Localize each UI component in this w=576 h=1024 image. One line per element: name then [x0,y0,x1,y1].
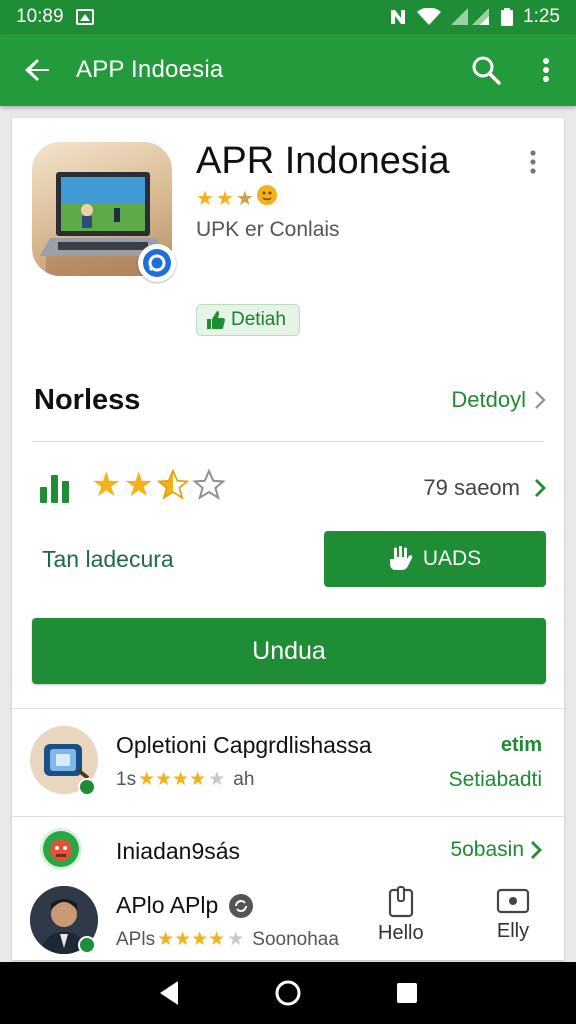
status-time-right: 1:25 [523,6,560,27]
square-recents-icon [396,983,417,1003]
hello-label: Hello [378,922,424,944]
verified-badge [138,244,176,282]
installed-badge [78,778,96,796]
clipboard-icon [388,886,413,918]
app-bar-title: APP Indoesia [76,56,224,83]
list-item-link-label: 5obasin [450,838,524,861]
list-item-sub-prefix: 1s [116,768,137,790]
system-nav-bar [0,962,576,1024]
list-item-sub-suffix: Soonohaa [252,928,339,950]
star-filled-icon: ★ [215,187,234,210]
uads-label: UADS [422,547,482,570]
status-time-left: 10:89 [16,6,64,27]
rating-row: ★ ★ 79 saeom [40,466,546,510]
rating-bars-icon [40,473,69,503]
sync-icon [229,893,254,918]
section-title: Norless [34,383,141,416]
nav-recents-button[interactable] [387,973,427,1013]
star-half-icon: ★ [235,187,254,210]
list-item-sub-suffix: ah [233,768,255,790]
size-row: Tan ladecura UADS [42,530,546,588]
nav-back-button[interactable] [149,973,189,1013]
app-rating-small: ★ ★ ★ [196,184,278,212]
section-link-label: Detdoyl [451,387,526,412]
overflow-menu-button[interactable] [516,34,576,106]
section-details-link[interactable]: Detdoyl [451,387,546,413]
more-vert-icon [543,58,549,82]
star-filled-icon: ★ [91,466,122,504]
star-empty-icon: ★ [227,929,245,950]
chevron-right-icon [535,391,546,409]
chip-label: Detiah [231,309,286,330]
elly-label: Elly [496,920,530,942]
back-button[interactable] [0,34,76,106]
star-filled-icon: ★ [123,466,154,504]
elly-action[interactable]: Elly [496,886,530,943]
emoji-badge-icon [256,184,278,212]
list-item-title: Opletioni Capgrdlishassa [116,732,372,758]
camera-icon [496,888,530,914]
battery-icon [501,8,514,26]
reviews-link[interactable]: 79 saeom [423,475,546,501]
section-header: Norless Detdoyl [34,380,546,420]
app-bar: APP Indoesia [0,34,576,106]
character-icon [43,831,79,867]
detail-chip[interactable]: Detiah [196,304,300,336]
search-icon [472,56,501,85]
arrow-back-icon [25,59,49,81]
install-label: Undua [252,636,326,665]
chevron-right-icon [535,479,546,497]
developer-name[interactable]: UPK er Conlais [196,218,340,242]
list-item-action-secondary[interactable]: Setiabadti [449,768,542,792]
list-item[interactable]: Opletioni Capgrdlishassa 1s ★★★★ ★ ah eti… [12,708,564,814]
signal-icon [451,8,491,26]
verified-check-icon [143,249,171,277]
star-filled-icon: ★★★★ [138,769,207,790]
chevron-right-icon [531,841,542,859]
app-more-button[interactable] [518,146,548,178]
list-item-subtitle: APls ★★★★ ★ Soonohaa [116,928,339,951]
star-empty-icon: ★ [208,769,226,790]
list-item-title-row: APlo APlp [116,892,254,919]
list-item[interactable]: APlo APlp APls ★★★★ ★ Soonohaa Hello Elly [12,878,564,960]
list-item[interactable]: Iniadan9sás 5obasin [12,816,564,878]
list-item-icon [40,828,82,870]
star-filled-icon: ★★★★ [157,929,226,950]
list-item-title: Iniadan9sás [116,838,241,864]
nav-home-button[interactable] [268,973,308,1013]
rating-stars: ★ ★ [91,468,226,508]
list-item-link[interactable]: 5obasin [450,838,542,862]
list-item-action[interactable]: etim [501,734,542,757]
star-half-icon [156,468,190,508]
nfc-icon [389,8,407,26]
app-details-card: APR Indonesia ★ ★ ★ UPK er Conlais Detia… [12,118,564,960]
app-title: APR Indonesia [196,140,450,182]
more-vert-icon [530,150,536,174]
size-label: Tan ladecura [42,545,174,572]
reviews-count: 79 saeom [423,475,520,500]
installed-badge [78,936,96,954]
hand-icon [389,546,413,570]
divider [32,441,544,442]
install-button[interactable]: Undua [32,618,546,684]
list-item-sub-prefix: APls [116,928,156,950]
wifi-icon [417,8,442,26]
circle-home-icon [275,980,301,1006]
notification-icon [75,9,94,25]
triangle-back-icon [160,981,179,1005]
thumb-icon [207,311,225,329]
status-bar: 10:89 1:25 [0,0,576,34]
star-empty-icon [192,468,226,508]
uads-button[interactable]: UADS [324,531,546,587]
list-item-title: APlo APlp [116,892,219,918]
hello-action[interactable]: Hello [378,886,424,945]
search-button[interactable] [456,34,516,106]
star-filled-icon: ★ [196,187,214,210]
list-item-subtitle: 1s ★★★★ ★ ah [116,768,254,791]
